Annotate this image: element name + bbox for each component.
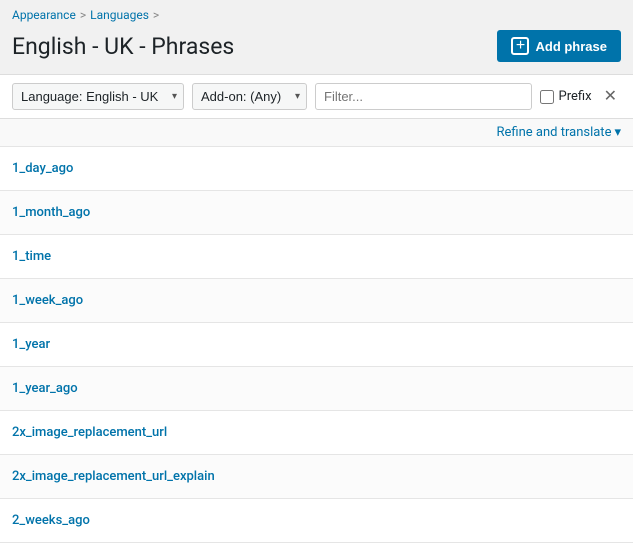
refine-bar: Refine and translate ▾ [0, 119, 633, 147]
table-row[interactable]: 1_time [0, 235, 633, 279]
refine-translate-link[interactable]: Refine and translate ▾ [497, 125, 622, 140]
phrase-key: 1_month_ago [12, 205, 90, 220]
table-row[interactable]: 1_year_ago [0, 367, 633, 411]
add-phrase-button[interactable]: + Add phrase [497, 30, 621, 62]
phrase-key: 1_week_ago [12, 293, 83, 308]
table-row[interactable]: 1_month_ago [0, 191, 633, 235]
breadcrumb-sep-1: > [80, 8, 86, 22]
prefix-label[interactable]: Prefix [559, 89, 592, 104]
refine-translate-label: Refine and translate [497, 125, 612, 140]
filters-bar: Language: English - UK ▾ Add-on: (Any) ▾… [0, 74, 633, 119]
phrase-key: 1_year_ago [12, 381, 78, 396]
breadcrumb-sep-2: > [153, 8, 159, 22]
breadcrumb: Appearance > Languages > [0, 0, 633, 26]
page-wrapper: Appearance > Languages > English - UK - … [0, 0, 633, 543]
addon-select[interactable]: Add-on: (Any) [192, 83, 307, 110]
phrase-key: 2x_image_replacement_url [12, 425, 167, 440]
filter-input[interactable] [315, 83, 532, 110]
page-title: English - UK - Phrases [12, 33, 234, 60]
table-row[interactable]: 2x_image_replacement_url [0, 411, 633, 455]
add-phrase-label: Add phrase [535, 39, 607, 54]
table-row[interactable]: 1_day_ago [0, 147, 633, 191]
phrase-key: 1_time [12, 249, 51, 264]
breadcrumb-languages[interactable]: Languages [90, 8, 149, 22]
filter-input-wrapper [315, 83, 532, 110]
phrase-list: 1_day_ago 1_month_ago 1_time 1_week_ago … [0, 147, 633, 543]
phrase-key: 1_year [12, 337, 50, 352]
table-row[interactable]: 1_week_ago [0, 279, 633, 323]
refine-arrow-icon: ▾ [614, 125, 621, 140]
language-select[interactable]: Language: English - UK [12, 83, 184, 110]
phrase-key: 1_day_ago [12, 161, 73, 176]
breadcrumb-appearance[interactable]: Appearance [12, 8, 76, 22]
table-row[interactable]: 2_weeks_ago [0, 499, 633, 543]
clear-filter-button[interactable]: ✕ [600, 87, 621, 107]
phrase-key: 2_weeks_ago [12, 513, 90, 528]
header-row: English - UK - Phrases + Add phrase [0, 26, 633, 74]
table-row[interactable]: 2x_image_replacement_url_explain [0, 455, 633, 499]
table-row[interactable]: 1_year [0, 323, 633, 367]
addon-select-wrapper: Add-on: (Any) ▾ [192, 83, 307, 110]
language-select-wrapper: Language: English - UK ▾ [12, 83, 184, 110]
prefix-checkbox[interactable] [540, 90, 554, 104]
plus-icon: + [511, 37, 529, 55]
prefix-wrapper: Prefix [540, 89, 592, 104]
phrase-key: 2x_image_replacement_url_explain [12, 469, 215, 484]
